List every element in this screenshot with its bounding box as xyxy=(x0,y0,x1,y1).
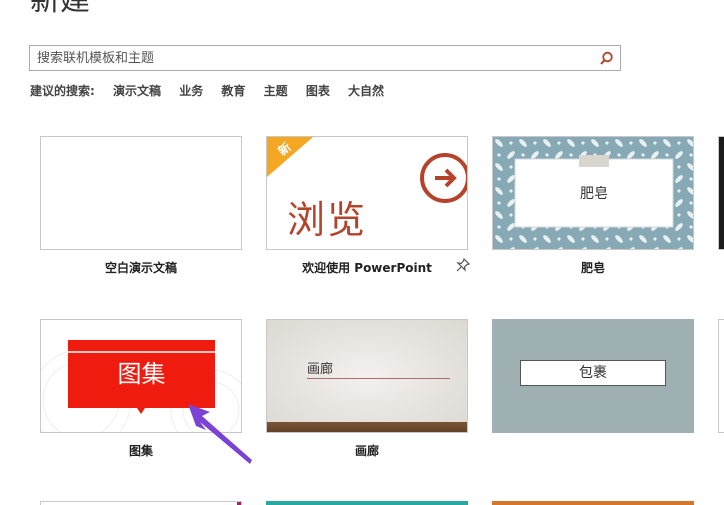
template-label: 肥皂 xyxy=(580,261,605,275)
suggestion-education[interactable]: 教育 xyxy=(221,84,245,98)
search-box[interactable] xyxy=(29,45,621,71)
template-thumbnail-blank[interactable] xyxy=(40,136,242,250)
template-thumbnail-partial[interactable] xyxy=(718,136,724,250)
suggested-searches: 建议的搜索: 演示文稿 业务 教育 主题 图表 大自然 xyxy=(30,82,398,99)
template-thumbnail-soap[interactable]: 肥皂 xyxy=(492,136,694,250)
template-label: 空白演示文稿 xyxy=(104,261,177,275)
new-badge: 新 xyxy=(267,137,313,177)
welcome-browse-text: 浏览 xyxy=(287,198,368,242)
page-title: 新建 xyxy=(30,0,90,18)
template-label: 画廊 xyxy=(354,444,379,458)
template-thumbnail-row3[interactable] xyxy=(492,501,694,505)
gallery-title-text: 画廊 xyxy=(307,362,334,377)
suggestion-theme[interactable]: 主题 xyxy=(264,84,288,98)
template-thumbnail-package[interactable]: 包裹 xyxy=(492,319,694,433)
atlas-title-text: 图集 xyxy=(117,360,166,388)
soap-title-text: 肥皂 xyxy=(580,186,608,202)
search-input[interactable] xyxy=(30,46,597,70)
pin-icon[interactable] xyxy=(456,258,470,272)
template-thumbnail-row3[interactable] xyxy=(40,501,242,505)
suggestion-business[interactable]: 业务 xyxy=(179,84,203,98)
suggestion-nature[interactable]: 大自然 xyxy=(348,84,384,98)
template-label: 欢迎使用 PowerPoint xyxy=(302,261,432,275)
annotation-arrow xyxy=(188,404,252,464)
suggestion-chart[interactable]: 图表 xyxy=(306,84,330,98)
gallery-underline xyxy=(307,378,450,379)
package-title-text: 包裹 xyxy=(520,360,666,386)
gallery-wood-floor xyxy=(267,422,467,432)
suggested-searches-label: 建议的搜索: xyxy=(30,84,95,98)
template-thumbnail-partial[interactable] xyxy=(718,319,724,433)
template-thumbnail-row3[interactable] xyxy=(266,501,468,505)
arrow-right-circle-icon xyxy=(420,153,467,203)
template-thumbnail-gallery[interactable]: 画廊 xyxy=(266,319,468,433)
search-icon[interactable] xyxy=(598,50,615,67)
template-thumbnail-welcome[interactable]: 新 浏览 xyxy=(266,136,468,250)
suggestion-presentation[interactable]: 演示文稿 xyxy=(113,84,161,98)
